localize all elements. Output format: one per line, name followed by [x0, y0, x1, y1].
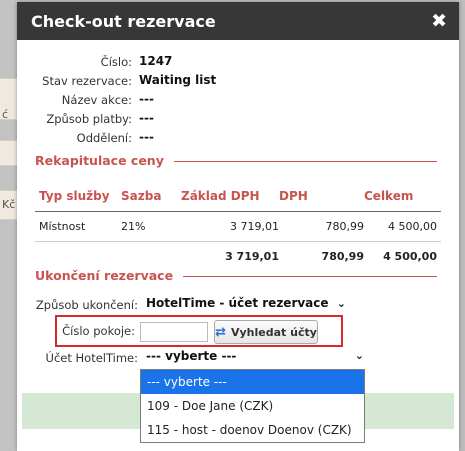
- department-label: Oddělení:: [76, 131, 132, 145]
- event-label: Název akce:: [61, 93, 132, 107]
- account-label: Účet HotelTime:: [45, 351, 138, 365]
- number-value: 1247: [139, 54, 173, 68]
- table-header-row: Typ služby Sazba Základ DPH DPH Celkem: [35, 181, 441, 212]
- totals-empty-cell: [121, 241, 181, 271]
- refresh-icon: ⇄: [215, 324, 226, 340]
- status-label: Stav rezervace:: [42, 74, 132, 88]
- section-divider: [183, 276, 437, 277]
- vat-total: 780,99: [279, 241, 364, 271]
- total-cell: 4 500,00: [388, 220, 437, 233]
- dialog-titlebar: Check-out rezervace ✖: [17, 2, 459, 40]
- price-section-heading: Rekapitulace ceny: [35, 153, 437, 168]
- section-divider: [173, 161, 437, 162]
- table-row: Místnost 21% 3 719,01 780,99 4 500,00: [35, 212, 441, 242]
- payment-label: Způsob platby:: [46, 112, 132, 126]
- service-type-cell: Místnost: [39, 220, 86, 233]
- department-value: ---: [139, 130, 154, 144]
- method-label: Způsob ukončení:: [35, 298, 138, 312]
- totals-empty-cell: [35, 241, 121, 271]
- number-label: Číslo:: [100, 55, 132, 69]
- room-number-input[interactable]: [140, 322, 208, 342]
- dropdown-option[interactable]: --- vyberte ---: [141, 370, 364, 394]
- column-header: Sazba: [121, 181, 181, 212]
- payment-value: ---: [139, 111, 154, 125]
- column-header: Celkem: [364, 181, 441, 212]
- column-header: Typ služby: [35, 181, 121, 212]
- totals-row: 3 719,01 780,99 4 500,00: [35, 241, 441, 271]
- search-accounts-button[interactable]: ⇄ Vyhledat účty: [214, 320, 318, 344]
- dialog-title: Check-out rezervace: [31, 11, 216, 31]
- vat-base-cell: 3 719,01: [230, 220, 279, 233]
- dropdown-option[interactable]: 109 - Doe Jane (CZK): [141, 394, 364, 418]
- dropdown-option[interactable]: 115 - host - doenov Doenov (CZK): [141, 418, 364, 442]
- chevron-down-icon: ⌄: [354, 349, 364, 362]
- end-section-heading: Ukončení rezervace: [35, 268, 437, 283]
- account-value: --- vyberte ---: [146, 349, 237, 363]
- grand-total: 4 500,00: [364, 241, 441, 271]
- background-text: ć: [2, 108, 9, 121]
- account-select[interactable]: --- vyberte --- ⌄: [146, 349, 364, 369]
- event-value: ---: [139, 92, 154, 106]
- chevron-down-icon: ⌄: [336, 297, 346, 310]
- rate-cell: 21%: [121, 220, 146, 233]
- method-value: HotelTime - účet rezervace: [146, 296, 329, 310]
- vat-base-total: 3 719,01: [181, 241, 279, 271]
- method-select[interactable]: HotelTime - účet rezervace ⌄: [146, 296, 346, 310]
- price-table: Typ služby Sazba Základ DPH DPH Celkem M…: [35, 181, 441, 271]
- search-accounts-label: Vyhledat účty: [230, 325, 317, 339]
- column-header: DPH: [279, 181, 364, 212]
- background-edge: [459, 0, 465, 451]
- account-dropdown-list: --- vyberte --- 109 - Doe Jane (CZK) 115…: [140, 369, 365, 443]
- end-section-title: Ukončení rezervace: [35, 268, 174, 283]
- room-number-label: Číslo pokoje:: [62, 324, 135, 338]
- price-section-title: Rekapitulace ceny: [35, 153, 164, 168]
- background-text: Kč: [2, 198, 16, 211]
- background-row: [0, 140, 18, 166]
- vat-cell: 780,99: [325, 220, 365, 233]
- status-value: Waiting list: [139, 73, 217, 87]
- column-header: Základ DPH: [181, 181, 279, 212]
- close-icon[interactable]: ✖: [431, 10, 447, 32]
